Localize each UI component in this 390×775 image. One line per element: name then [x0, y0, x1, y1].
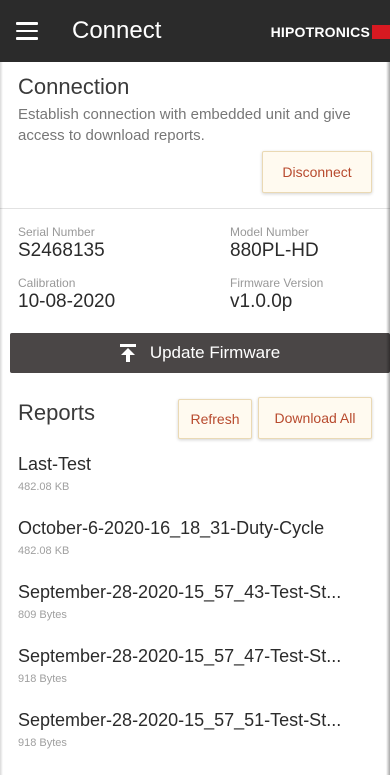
report-item[interactable]: September-28-2020-15_57_47-Test-St... 91… [18, 646, 383, 710]
report-name: September-28-2020-15_57_47-Test-St... [18, 646, 342, 666]
report-size: 918 Bytes [18, 737, 67, 749]
firmware-version-label: Firmware Version [230, 276, 324, 290]
reports-title: Reports [18, 400, 96, 425]
firmware-version-value: v1.0.0p [230, 291, 293, 312]
connection-title: Connection [18, 74, 130, 99]
scroll-edge-shadow [386, 62, 390, 775]
brand-logo: HIPOTRONICS [271, 22, 390, 42]
connection-description: Establish connection with embedded unit … [18, 106, 351, 144]
model-number-label: Model Number [230, 225, 309, 239]
upload-icon [119, 344, 136, 362]
calibration-value: 10-08-2020 [18, 291, 116, 312]
report-size: 809 Bytes [18, 609, 67, 621]
app-screen: Connect HIPOTRONICS Connection Establish… [0, 0, 390, 775]
left-edge-shadow [0, 62, 3, 775]
report-item[interactable]: September-28-2020-15_57_51-Test-St... 91… [18, 710, 383, 774]
calibration-label: Calibration [18, 276, 76, 290]
refresh-button[interactable]: Refresh [178, 399, 252, 439]
download-all-button[interactable]: Download All [258, 397, 372, 439]
report-size: 918 Bytes [18, 673, 67, 685]
serial-number-value: S2468135 [18, 240, 105, 261]
model-number-value: 880PL-HD [230, 240, 319, 261]
disconnect-button[interactable]: Disconnect [262, 151, 372, 193]
report-item[interactable]: Last-Test 482.08 KB [18, 454, 383, 518]
serial-number-label: Serial Number [18, 225, 95, 239]
page-title: Connect [72, 17, 162, 44]
report-name: Last-Test [18, 454, 92, 474]
report-item[interactable]: October-6-2020-16_18_31-Duty-Cycle 482.0… [18, 518, 383, 582]
brand-red-bar [372, 25, 390, 39]
report-list: Last-Test 482.08 KB October-6-2020-16_18… [18, 454, 383, 774]
report-name: October-6-2020-16_18_31-Duty-Cycle [18, 518, 325, 538]
hamburger-icon[interactable] [16, 22, 38, 40]
brand-name: HIPOTRONICS [270, 24, 370, 40]
report-name: September-28-2020-15_57_51-Test-St... [18, 710, 342, 730]
report-name: September-28-2020-15_57_43-Test-St... [18, 582, 342, 602]
top-app-bar: Connect HIPOTRONICS [0, 0, 390, 62]
update-firmware-label: Update Firmware [149, 343, 281, 362]
divider [0, 208, 390, 209]
report-item[interactable]: September-28-2020-15_57_43-Test-St... 80… [18, 582, 383, 646]
report-size: 482.08 KB [18, 545, 70, 557]
report-size: 482.08 KB [18, 481, 70, 493]
update-firmware-button[interactable]: Update Firmware [10, 333, 390, 373]
